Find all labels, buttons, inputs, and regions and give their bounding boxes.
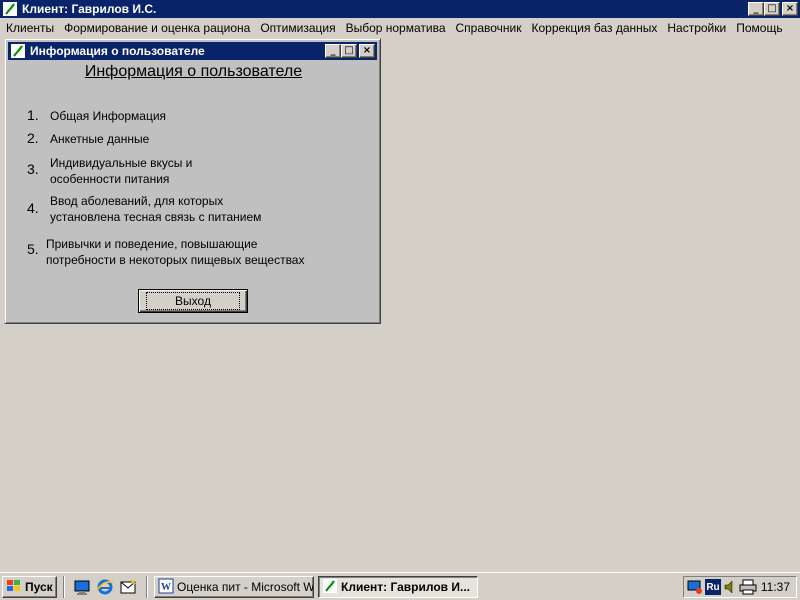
minimize-button[interactable]: _ (748, 2, 764, 16)
child-close-button[interactable]: × (359, 44, 375, 58)
tray-monitor-icon[interactable] (687, 579, 703, 598)
task-label: Оценка пит - Microsoft W... (177, 580, 314, 594)
language-indicator[interactable]: Ru (705, 579, 721, 595)
start-button[interactable]: Пуск (2, 576, 57, 598)
taskbar: Пуск W Оценка пит - Microsoft W... Клиен… (0, 572, 800, 600)
outlook-express-icon[interactable] (119, 578, 137, 596)
printer-icon[interactable] (739, 579, 757, 598)
form-heading: Информация о пользователе (84, 63, 303, 80)
menu-clients[interactable]: Клиенты (0, 21, 59, 35)
start-label: Пуск (25, 580, 53, 594)
child-window-title: Информация о пользователе (30, 44, 205, 58)
item-line: Привычки и поведение, повышающие (46, 237, 258, 251)
task-client-window[interactable]: Клиент: Гаврилов И... (318, 576, 478, 598)
windows-logo-icon (6, 579, 22, 596)
item-line: потребности в некоторых пищевых вещества… (46, 253, 305, 267)
item-line: Ввод аболеваний, для которых (50, 194, 224, 208)
item-number: 3. (27, 161, 39, 177)
clock[interactable]: 11:37 (761, 580, 790, 594)
svg-text:W: W (161, 582, 171, 593)
child-maximize-button[interactable]: □ (341, 44, 357, 58)
item-diseases-link[interactable]: Ввод аболеваний, для которых установлена… (50, 193, 261, 225)
item-line: особенности питания (50, 172, 170, 186)
close-button[interactable]: × (782, 2, 798, 16)
item-number: 4. (27, 200, 39, 216)
item-number: 2. (27, 130, 39, 146)
child-titlebar[interactable]: Информация о пользователе _ □ × (8, 42, 377, 60)
taskbar-separator (63, 576, 65, 598)
user-info-window: Информация о пользователе _ □ × Информац… (4, 38, 381, 324)
exit-button-label: Выход (146, 292, 240, 310)
main-titlebar[interactable]: Клиент: Гаврилов И.С. _ □ × (0, 0, 800, 18)
item-questionnaire-link[interactable]: Анкетные данные (50, 131, 149, 147)
item-number: 5. (27, 241, 39, 257)
item-habits-link[interactable]: Привычки и поведение, повышающие потребн… (46, 236, 304, 268)
item-general-info-link[interactable]: Общая Информация (50, 108, 166, 124)
menu-help[interactable]: Помощь (731, 21, 787, 35)
taskbar-separator (146, 576, 148, 598)
item-line: установлена тесная связь с питанием (50, 210, 262, 224)
app-leaf-icon[interactable] (2, 1, 18, 17)
item-number: 1. (27, 107, 39, 123)
app-leaf-icon (322, 578, 338, 597)
main-window-title: Клиент: Гаврилов И.С. (22, 2, 157, 16)
item-tastes-link[interactable]: Индивидуальные вкусы и особенности питан… (50, 155, 192, 187)
menu-settings[interactable]: Настройки (662, 21, 731, 35)
item-line: Индивидуальные вкусы и (50, 156, 193, 170)
task-label: Клиент: Гаврилов И... (341, 580, 470, 594)
maximize-button[interactable]: □ (764, 2, 780, 16)
menu-norm-choice[interactable]: Выбор норматива (341, 21, 451, 35)
menu-reference[interactable]: Справочник (451, 21, 527, 35)
task-word-document[interactable]: W Оценка пит - Microsoft W... (154, 576, 314, 598)
word-icon: W (158, 578, 174, 597)
volume-icon[interactable] (723, 579, 737, 598)
menu-db-correction[interactable]: Коррекция баз данных (527, 21, 663, 35)
menu-optimization[interactable]: Оптимизация (255, 21, 340, 35)
internet-explorer-icon[interactable] (96, 578, 114, 596)
show-desktop-icon[interactable] (73, 578, 91, 596)
system-tray: Ru 11:37 (683, 576, 797, 598)
menu-ration[interactable]: Формирование и оценка рациона (59, 21, 255, 35)
menu-bar: Клиенты Формирование и оценка рациона Оп… (0, 18, 800, 38)
exit-button[interactable]: Выход (138, 289, 248, 313)
child-minimize-button[interactable]: _ (325, 44, 341, 58)
window-leaf-icon[interactable] (10, 43, 26, 59)
